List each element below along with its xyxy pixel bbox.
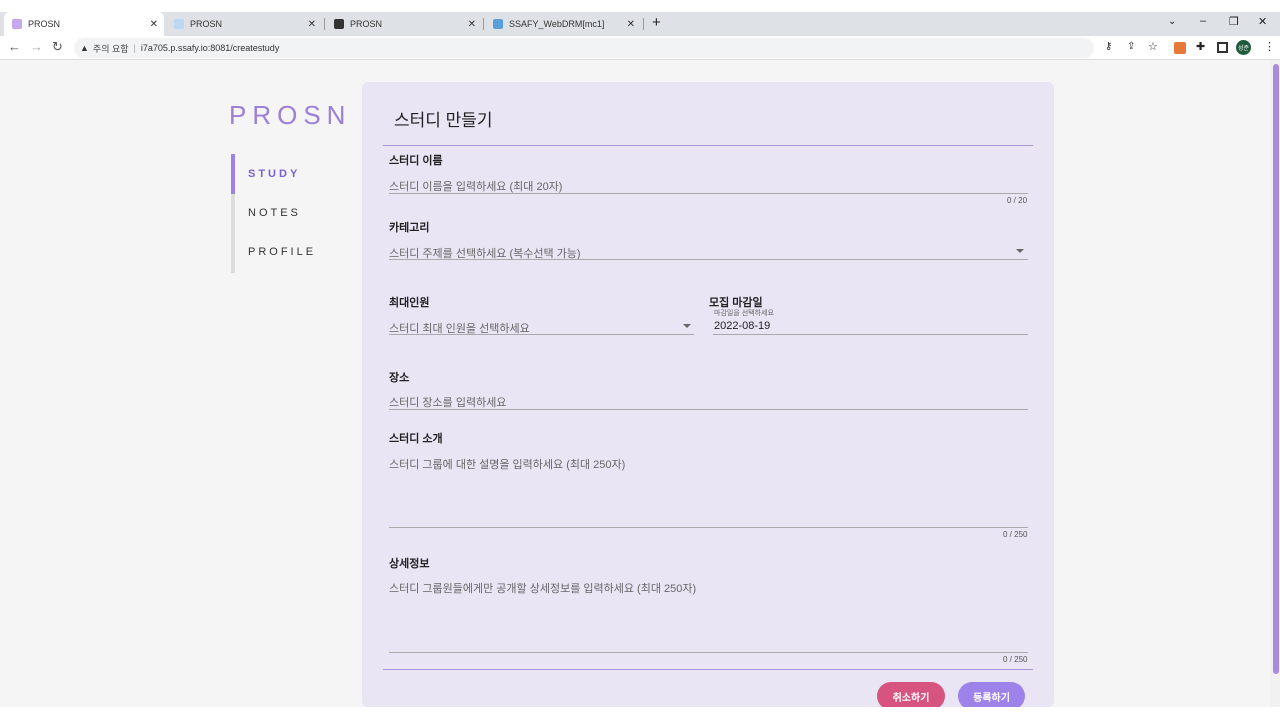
key-icon[interactable]: ⚷ bbox=[1105, 41, 1112, 52]
tab-title: PROSN bbox=[350, 19, 383, 29]
intro-label: 스터디 소개 bbox=[389, 433, 443, 445]
address-bar: ← → ↻ ▲ 주의 요함 | i7a705.p.ssafy.io:8081/c… bbox=[0, 36, 1280, 60]
close-tab-icon[interactable]: ✕ bbox=[150, 19, 158, 30]
restore-icon[interactable]: ❐ bbox=[1229, 15, 1239, 28]
divider bbox=[383, 669, 1033, 670]
divider bbox=[383, 145, 1033, 146]
tab-1[interactable]: PROSN ✕ bbox=[4, 12, 164, 36]
detail-counter: 0 / 250 bbox=[1003, 655, 1028, 664]
favicon-icon bbox=[174, 19, 184, 29]
favicon-icon bbox=[493, 19, 503, 29]
chevron-down-icon[interactable] bbox=[1016, 249, 1024, 253]
sidebar-item-profile[interactable]: PROFILE bbox=[248, 246, 316, 258]
input-underline bbox=[389, 652, 1028, 653]
share-icon[interactable]: ⇪ bbox=[1127, 41, 1135, 52]
tab-3[interactable]: PROSN ✕ bbox=[326, 12, 482, 36]
tab-title: SSAFY_WebDRM[mc1] bbox=[509, 19, 605, 29]
sidebar-item-notes[interactable]: NOTES bbox=[248, 207, 301, 219]
new-tab-button[interactable]: + bbox=[652, 14, 661, 31]
input-underline bbox=[389, 334, 694, 335]
study-name-counter: 0 / 20 bbox=[1007, 196, 1028, 205]
menu-icon[interactable]: ⋮ bbox=[1264, 40, 1275, 53]
back-icon[interactable]: ← bbox=[8, 39, 21, 54]
input-underline bbox=[389, 527, 1028, 528]
place-label: 장소 bbox=[389, 372, 410, 384]
input-underline bbox=[389, 409, 1028, 410]
reload-icon[interactable]: ↻ bbox=[52, 39, 63, 55]
tab-title: PROSN bbox=[28, 19, 61, 29]
url-text: i7a705.p.ssafy.io:8081/createstudy bbox=[140, 43, 280, 53]
tab-2[interactable]: PROSN ✕ bbox=[166, 12, 322, 36]
close-window-icon[interactable]: ✕ bbox=[1258, 15, 1267, 28]
favicon-icon bbox=[12, 19, 22, 29]
detail-textarea[interactable]: 스터디 그룹원들에게만 공개할 상세정보를 입력하세요 (최대 250자) bbox=[389, 580, 696, 596]
page-title: 스터디 만들기 bbox=[394, 111, 493, 130]
close-tab-icon[interactable]: ✕ bbox=[468, 19, 476, 30]
study-name-input[interactable]: 스터디 이름을 입력하세요 (최대 20자) bbox=[389, 178, 562, 194]
study-name-label: 스터디 이름 bbox=[389, 155, 443, 167]
puzzle-icon[interactable]: ✚ bbox=[1196, 40, 1205, 53]
profile-avatar[interactable]: 성준 bbox=[1236, 40, 1251, 55]
side-panel-icon[interactable] bbox=[1217, 42, 1228, 53]
intro-textarea[interactable]: 스터디 그룹에 대한 설명을 입력하세요 (최대 250자) bbox=[389, 456, 625, 472]
url-field[interactable]: ▲ 주의 요함 | i7a705.p.ssafy.io:8081/creates… bbox=[74, 38, 1094, 58]
active-indicator bbox=[231, 154, 235, 194]
input-underline bbox=[389, 259, 1028, 260]
detail-label: 상세정보 bbox=[389, 558, 430, 570]
intro-counter: 0 / 250 bbox=[1003, 530, 1028, 539]
max-members-label: 최대인원 bbox=[389, 297, 430, 309]
close-tab-icon[interactable]: ✕ bbox=[308, 19, 316, 30]
forward-icon[interactable]: → bbox=[30, 39, 43, 54]
minimize-icon[interactable]: – bbox=[1200, 15, 1206, 27]
sidebar-item-study[interactable]: STUDY bbox=[248, 168, 300, 180]
bottom-strip bbox=[0, 707, 1280, 720]
input-underline bbox=[389, 193, 1028, 194]
extension-icon[interactable] bbox=[1174, 42, 1186, 54]
sidebar-track bbox=[231, 194, 235, 273]
cancel-button[interactable]: 취소하기 bbox=[877, 682, 945, 710]
category-label: 카테고리 bbox=[389, 222, 430, 234]
security-label[interactable]: 주의 요함 bbox=[93, 42, 129, 55]
tab-bar: PROSN ✕ PROSN ✕ PROSN ✕ SSAFY_WebDRM[mc1] ✕ … bbox=[0, 12, 1280, 36]
warning-icon: ▲ bbox=[80, 43, 89, 53]
favicon-icon bbox=[334, 19, 344, 29]
deadline-hint: 마감일을 선택하세요 bbox=[714, 310, 774, 317]
deadline-input[interactable]: 2022-08-19 bbox=[714, 320, 770, 332]
bookmark-star-icon[interactable]: ☆ bbox=[1148, 40, 1158, 53]
logo[interactable]: PROSN bbox=[229, 100, 351, 131]
place-input[interactable]: 스터디 장소를 입력하세요 bbox=[389, 394, 506, 410]
tab-title: PROSN bbox=[190, 19, 223, 29]
submit-button[interactable]: 등록하기 bbox=[958, 682, 1025, 710]
tab-4[interactable]: SSAFY_WebDRM[mc1] ✕ bbox=[485, 12, 641, 36]
tab-search-icon[interactable]: ⌄ bbox=[1168, 16, 1176, 27]
chevron-down-icon[interactable] bbox=[683, 324, 691, 328]
input-underline bbox=[713, 334, 1028, 335]
scrollbar-thumb[interactable] bbox=[1273, 64, 1279, 674]
close-tab-icon[interactable]: ✕ bbox=[627, 19, 635, 30]
